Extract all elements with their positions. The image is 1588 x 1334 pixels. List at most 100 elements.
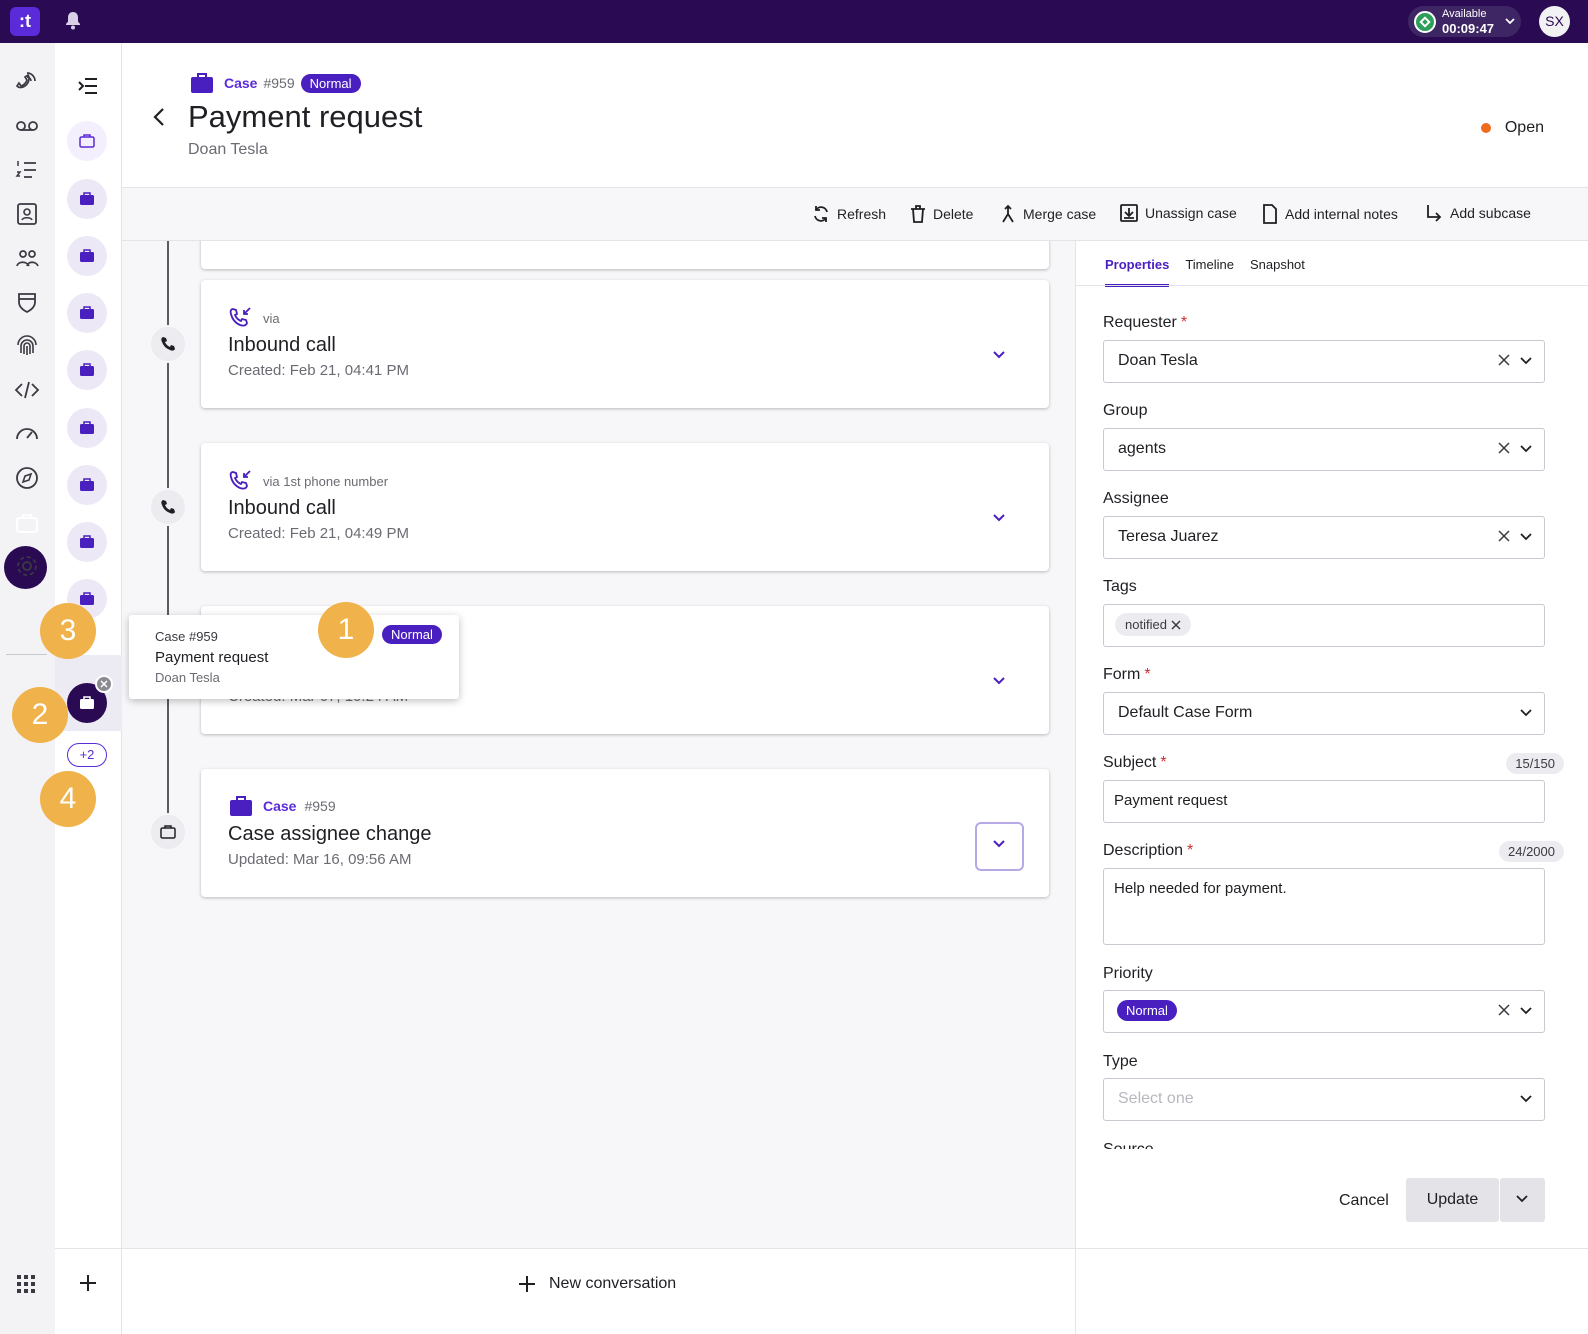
user-avatar[interactable]: SX xyxy=(1539,6,1570,37)
cancel-button[interactable]: Cancel xyxy=(1339,1192,1389,1210)
requester-select[interactable]: Doan Tesla xyxy=(1103,340,1545,383)
add-tab-icon[interactable] xyxy=(78,1273,98,1293)
contacts-icon[interactable] xyxy=(14,201,40,227)
case-tab-item[interactable] xyxy=(67,465,107,505)
chevron-down-icon[interactable] xyxy=(992,676,1006,686)
apps-grid-icon[interactable] xyxy=(15,1273,37,1295)
phone-signal-icon[interactable] xyxy=(14,68,40,94)
annotation-marker: 1 xyxy=(318,602,374,658)
chevron-down-icon[interactable] xyxy=(1520,1094,1532,1104)
update-button[interactable]: Update xyxy=(1406,1178,1499,1222)
availability-toggle[interactable]: Available 00:09:47 xyxy=(1408,6,1521,37)
timeline-card[interactable]: Case #959 Case assignee change Updated: … xyxy=(201,769,1049,897)
phone-icon xyxy=(149,325,187,363)
form-select[interactable]: Default Case Form xyxy=(1103,692,1545,735)
briefcase-icon xyxy=(230,796,252,816)
compass-icon[interactable] xyxy=(14,465,40,491)
back-arrow-icon[interactable] xyxy=(150,106,168,128)
chevron-down-icon[interactable] xyxy=(1520,532,1532,542)
timeline-card[interactable]: via Inbound call Created: Feb 21, 04:41 … xyxy=(201,280,1049,408)
phone-icon xyxy=(149,488,187,526)
unassign-case-button[interactable]: Unassign case xyxy=(1120,204,1237,222)
chevron-down-icon[interactable] xyxy=(1520,1006,1532,1016)
description-textarea[interactable]: Help needed for payment. xyxy=(1103,868,1545,945)
tag-chip: notified xyxy=(1115,613,1191,636)
case-tab-item[interactable] xyxy=(67,522,107,562)
briefcase-icon[interactable] xyxy=(14,510,40,536)
priority-select[interactable]: Normal xyxy=(1103,990,1545,1033)
voicemail-icon[interactable] xyxy=(14,113,40,139)
tab-snapshot[interactable]: Snapshot xyxy=(1250,257,1305,287)
note-icon xyxy=(1263,204,1277,224)
chevron-down-icon[interactable] xyxy=(992,350,1006,360)
popover-title: Payment request xyxy=(155,649,269,666)
subject-char-count: 15/150 xyxy=(1506,753,1564,774)
clear-icon[interactable] xyxy=(1498,354,1510,366)
merge-icon xyxy=(1002,204,1014,223)
requester-name: Doan Tesla xyxy=(188,141,268,158)
chevron-down-icon[interactable] xyxy=(1520,708,1532,718)
fingerprint-icon[interactable] xyxy=(14,333,40,359)
priority-label: Priority xyxy=(1103,965,1153,982)
users-icon[interactable] xyxy=(14,245,40,271)
assignee-select[interactable]: Teresa Juarez xyxy=(1103,516,1545,559)
code-icon[interactable] xyxy=(14,377,40,403)
tab-properties[interactable]: Properties xyxy=(1105,257,1170,287)
expand-button[interactable] xyxy=(975,822,1024,871)
description-label: Description * xyxy=(1103,842,1194,859)
group-select[interactable]: agents xyxy=(1103,428,1545,471)
type-select[interactable]: Select one xyxy=(1103,1078,1545,1121)
new-conversation-button[interactable]: New conversation xyxy=(517,1274,676,1294)
case-tab-item[interactable] xyxy=(67,350,107,390)
subject-input[interactable]: Payment request xyxy=(1103,780,1545,823)
clear-icon[interactable] xyxy=(1498,442,1510,454)
chevron-down-icon[interactable] xyxy=(1520,356,1532,366)
clear-icon[interactable] xyxy=(1498,1004,1510,1016)
top-bar: :t Available 00:09:47 SX xyxy=(0,0,1588,43)
case-tab-item[interactable] xyxy=(67,121,107,161)
priority-badge: Normal xyxy=(300,73,361,93)
case-header: Case #959 Normal Payment request Doan Te… xyxy=(122,43,1588,188)
inbound-call-icon xyxy=(229,307,251,327)
update-options-button[interactable] xyxy=(1500,1178,1545,1222)
more-cases-badge[interactable]: +2 xyxy=(67,743,107,767)
shield-icon[interactable] xyxy=(14,289,40,315)
tags-input[interactable]: notified xyxy=(1103,604,1545,647)
clear-icon[interactable] xyxy=(1498,530,1510,542)
collapse-menu-icon[interactable] xyxy=(77,76,99,96)
timeline-date: Created: Feb 21, 04:41 PM xyxy=(228,362,409,379)
rail-divider xyxy=(6,654,47,655)
availability-timer: 00:09:47 xyxy=(1442,21,1495,36)
remove-tag-icon[interactable] xyxy=(1171,619,1181,630)
case-tab-item[interactable] xyxy=(67,408,107,448)
case-tab-item[interactable] xyxy=(67,293,107,333)
tab-timeline[interactable]: Timeline xyxy=(1185,257,1234,287)
tags-label: Tags xyxy=(1103,578,1137,595)
chevron-down-icon[interactable] xyxy=(1520,444,1532,454)
app-logo[interactable]: :t xyxy=(10,7,40,36)
add-subcase-button[interactable]: Add subcase xyxy=(1425,204,1531,222)
delete-button[interactable]: Delete xyxy=(910,204,973,224)
chevron-down-icon[interactable] xyxy=(992,513,1006,523)
case-status[interactable]: Open xyxy=(1480,119,1544,137)
breadcrumb-type: Case xyxy=(224,75,258,91)
add-internal-notes-button[interactable]: Add internal notes xyxy=(1262,204,1398,224)
bell-icon[interactable] xyxy=(64,11,82,31)
conversation-timeline: via Inbound call Created: Feb 21, 04:41 … xyxy=(122,241,1075,1248)
inbound-call-icon xyxy=(229,470,251,490)
gear-icon[interactable] xyxy=(14,553,40,579)
availability-label: Available xyxy=(1442,8,1487,20)
briefcase-outline-icon xyxy=(149,813,187,851)
panel-tabs: Properties Timeline Snapshot xyxy=(1105,257,1305,287)
refresh-button[interactable]: Refresh xyxy=(812,204,886,224)
case-tab-item[interactable] xyxy=(67,179,107,219)
close-case-tab-icon[interactable] xyxy=(95,675,113,693)
annotation-marker: 4 xyxy=(40,771,96,827)
properties-panel: Properties Timeline Snapshot Requester * … xyxy=(1075,241,1588,1248)
case-tab-item[interactable] xyxy=(67,236,107,276)
numbered-list-icon[interactable] xyxy=(14,157,40,183)
refresh-icon xyxy=(814,206,828,222)
merge-case-button[interactable]: Merge case xyxy=(1000,204,1096,224)
timeline-card[interactable]: via 1st phone number Inbound call Create… xyxy=(201,443,1049,571)
gauge-icon[interactable] xyxy=(14,420,40,446)
